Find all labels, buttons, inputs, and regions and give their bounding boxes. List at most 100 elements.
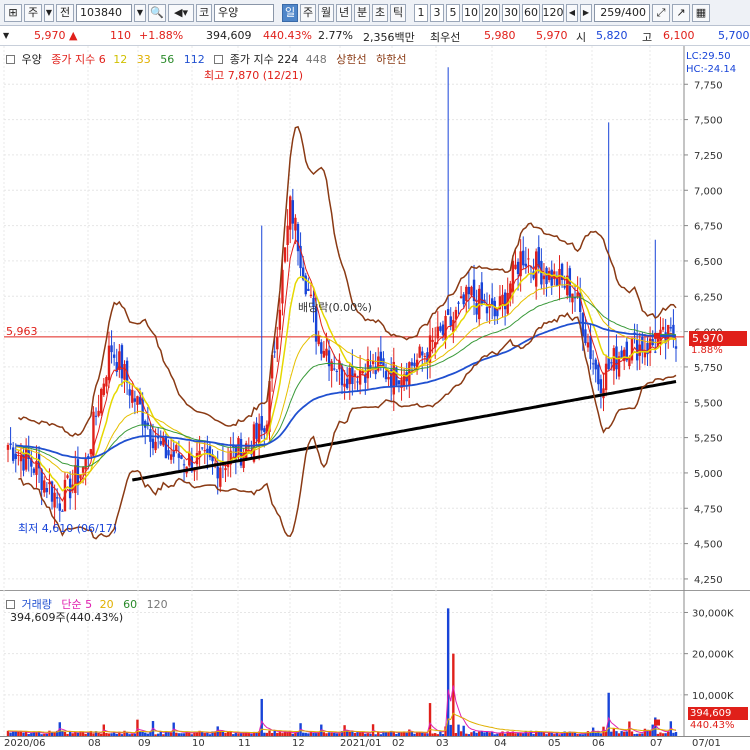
- candle-body: [584, 329, 587, 344]
- candle-body: [607, 358, 610, 370]
- chart-menu-icon[interactable]: ⊞: [4, 3, 22, 22]
- volume-current-marker: [654, 719, 660, 726]
- candle-body: [654, 351, 657, 353]
- x-tick-label: 03: [436, 738, 449, 749]
- price-tick-label: 6,500: [694, 257, 723, 268]
- candle-body: [79, 474, 82, 479]
- period-weekly-tab[interactable]: 주: [300, 3, 316, 22]
- candle-body: [452, 319, 455, 332]
- candle-body: [224, 468, 227, 471]
- turnover-rate: 2.77%: [318, 29, 353, 42]
- volume-bar: [643, 728, 647, 736]
- scroll-right-icon[interactable]: ▶: [580, 3, 592, 22]
- search-icon[interactable]: 🔍: [148, 3, 166, 22]
- chart-type-button[interactable]: 주: [24, 3, 42, 22]
- candle-body: [255, 422, 258, 439]
- candle-body: [604, 363, 608, 391]
- candle-body: [320, 342, 323, 354]
- period-tick-tab[interactable]: 틱: [390, 3, 406, 22]
- stock-name-field[interactable]: 우양: [214, 3, 274, 22]
- candle-body: [120, 345, 124, 379]
- display-count-input[interactable]: 259/400: [594, 3, 650, 22]
- legend-ma-12: 12: [113, 53, 128, 66]
- volume-tick-label: 20,000K: [692, 650, 734, 661]
- minute-10-button[interactable]: 10: [462, 3, 480, 22]
- reference-price-label: 5,963: [6, 325, 38, 338]
- candle-body: [537, 247, 540, 268]
- candle-body: [459, 296, 463, 299]
- price-tick-label: 5,750: [694, 363, 723, 374]
- minute-1-button[interactable]: 1: [414, 3, 428, 22]
- volume-tick-label: 30,000K: [692, 608, 734, 619]
- candle-body: [278, 309, 282, 330]
- price-tick-label: 4,500: [694, 540, 723, 551]
- candle-body: [76, 459, 80, 486]
- candle-body: [397, 380, 401, 385]
- current-price-marker: [654, 332, 660, 339]
- legend-toggle-icon[interactable]: [6, 55, 15, 64]
- x-tick-label: 07/01: [692, 738, 721, 749]
- legend-stock-name: 우양: [21, 53, 42, 66]
- volume-legend-toggle-icon[interactable]: [6, 600, 15, 609]
- period-second-tab[interactable]: 초: [372, 3, 388, 22]
- candle-body: [11, 447, 15, 461]
- minute-120-button[interactable]: 120: [542, 3, 564, 22]
- minute-20-button[interactable]: 20: [482, 3, 500, 22]
- candle-body: [144, 420, 147, 428]
- price-change-percent: +1.88%: [139, 29, 184, 42]
- candle-body: [55, 497, 59, 499]
- period-monthly-tab[interactable]: 월: [318, 3, 334, 22]
- trend-tool-icon[interactable]: ↗: [672, 3, 690, 22]
- candle-body: [263, 428, 266, 432]
- zoom-in-icon[interactable]: ⤢: [652, 3, 670, 22]
- market-button[interactable]: 전: [56, 3, 74, 22]
- candle-body: [348, 368, 351, 385]
- stock-code-input[interactable]: 103840: [76, 3, 132, 22]
- candle-body: [273, 351, 276, 353]
- legend-toggle-icon-2[interactable]: [214, 55, 224, 64]
- candle-body: [441, 324, 445, 335]
- period-minute-tab[interactable]: 분: [354, 3, 370, 22]
- price-chart[interactable]: 7,7507,5007,2507,0006,7506,5006,2506,000…: [0, 46, 750, 590]
- candle-body: [599, 379, 603, 394]
- candle-body: [180, 455, 183, 459]
- market-dropdown-icon[interactable]: ▼: [44, 3, 54, 22]
- volume-current-percent: 440.43%: [690, 720, 735, 731]
- candle-body: [203, 450, 206, 452]
- scroll-left-icon[interactable]: ◀: [566, 3, 578, 22]
- candle-body: [410, 362, 414, 366]
- minute-3-button[interactable]: 3: [430, 3, 444, 22]
- candle-body: [470, 286, 473, 296]
- candle-body: [439, 326, 442, 331]
- minute-5-button[interactable]: 5: [446, 3, 460, 22]
- candle-body: [527, 258, 530, 260]
- sound-icon[interactable]: ◀▾: [168, 3, 194, 22]
- candle-body: [84, 457, 87, 470]
- candle-body: [462, 294, 465, 305]
- period-yearly-tab[interactable]: 년: [336, 3, 352, 22]
- price-tick-label: 5,000: [694, 469, 723, 480]
- candle-body: [449, 316, 452, 327]
- x-tick-label: 09: [138, 738, 151, 749]
- period-daily-tab[interactable]: 일: [282, 3, 298, 22]
- candle-body: [14, 453, 17, 460]
- candle-body: [128, 389, 131, 396]
- candle-body: [32, 468, 36, 473]
- volume-bar: [612, 728, 616, 736]
- minute-30-button[interactable]: 30: [502, 3, 520, 22]
- candle-body: [296, 223, 300, 252]
- candle-body: [133, 398, 137, 402]
- candle-body: [216, 466, 219, 479]
- candle-body: [195, 453, 199, 465]
- dropdown-icon[interactable]: ▼: [3, 31, 9, 40]
- minute-60-button[interactable]: 60: [522, 3, 540, 22]
- candle-body: [446, 309, 450, 315]
- current-price-tag: 5,970: [689, 331, 747, 346]
- chart-tool-icon[interactable]: ▦: [692, 3, 710, 22]
- candle-body: [418, 346, 421, 358]
- candle-body: [333, 368, 336, 370]
- candle-body: [219, 467, 222, 487]
- candle-body: [294, 217, 297, 231]
- candle-body: [610, 362, 613, 364]
- code-dropdown-icon[interactable]: ▼: [134, 3, 146, 22]
